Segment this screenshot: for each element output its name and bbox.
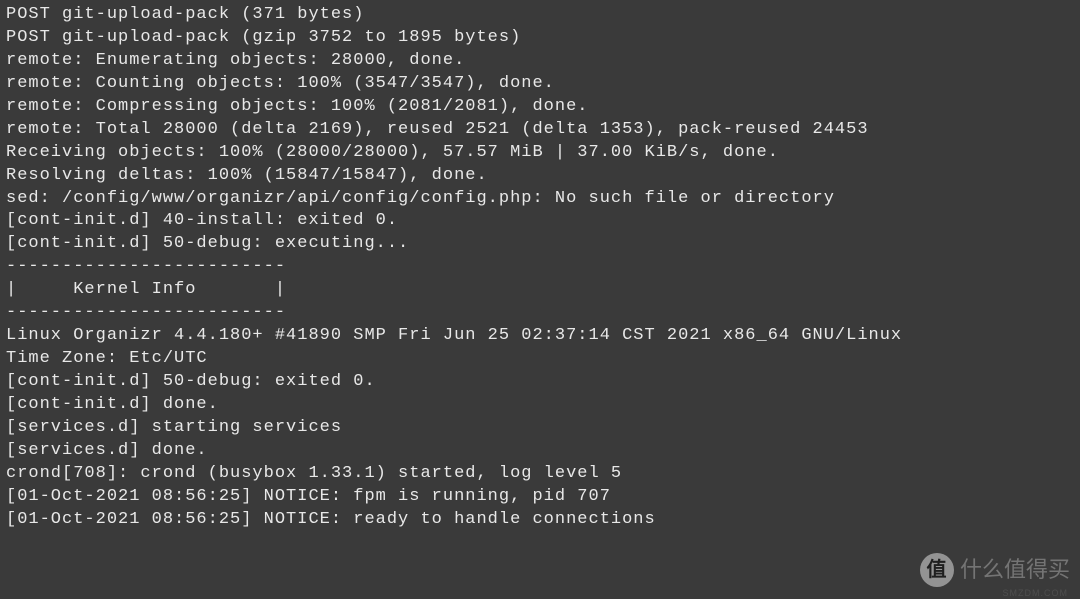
terminal-line: [cont-init.d] 50-debug: executing... <box>6 233 1074 256</box>
terminal-line: [cont-init.d] done. <box>6 394 1074 417</box>
terminal-line: [cont-init.d] 50-debug: exited 0. <box>6 371 1074 394</box>
watermark-logo-icon: 值 <box>920 553 954 587</box>
watermark-subtext: SMZDM.COM <box>1003 587 1069 599</box>
terminal-line: ------------------------- <box>6 302 1074 325</box>
terminal-line: Time Zone: Etc/UTC <box>6 348 1074 371</box>
terminal-line: remote: Counting objects: 100% (3547/354… <box>6 73 1074 96</box>
terminal-line: remote: Total 28000 (delta 2169), reused… <box>6 119 1074 142</box>
terminal-line: [01-Oct-2021 08:56:25] NOTICE: ready to … <box>6 509 1074 532</box>
terminal-line: [cont-init.d] 40-install: exited 0. <box>6 210 1074 233</box>
terminal-line: ------------------------- <box>6 256 1074 279</box>
watermark-text: 什么值得买 <box>960 555 1070 585</box>
terminal-line: [01-Oct-2021 08:56:25] NOTICE: fpm is ru… <box>6 486 1074 509</box>
terminal-line: [services.d] starting services <box>6 417 1074 440</box>
terminal-line: remote: Compressing objects: 100% (2081/… <box>6 96 1074 119</box>
terminal-line: | Kernel Info | <box>6 279 1074 302</box>
terminal-line: [services.d] done. <box>6 440 1074 463</box>
terminal-line: Receiving objects: 100% (28000/28000), 5… <box>6 142 1074 165</box>
terminal-line: POST git-upload-pack (371 bytes) <box>6 4 1074 27</box>
terminal-line: sed: /config/www/organizr/api/config/con… <box>6 188 1074 211</box>
terminal-line: remote: Enumerating objects: 28000, done… <box>6 50 1074 73</box>
terminal-line: crond[708]: crond (busybox 1.33.1) start… <box>6 463 1074 486</box>
watermark: 值 什么值得买 <box>920 553 1070 587</box>
terminal-line: Linux Organizr 4.4.180+ #41890 SMP Fri J… <box>6 325 1074 348</box>
terminal-output: POST git-upload-pack (371 bytes)POST git… <box>6 4 1074 532</box>
terminal-line: Resolving deltas: 100% (15847/15847), do… <box>6 165 1074 188</box>
terminal-line: POST git-upload-pack (gzip 3752 to 1895 … <box>6 27 1074 50</box>
